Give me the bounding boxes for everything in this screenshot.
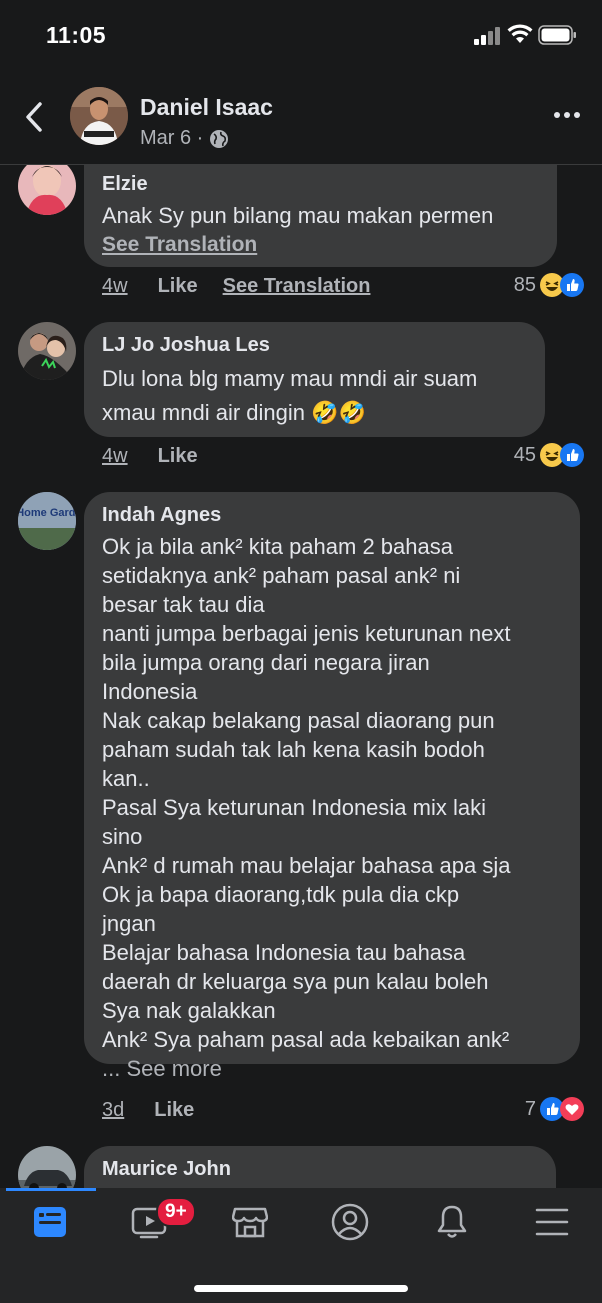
commenter-avatar[interactable]: A Home Garden [18,492,76,550]
news-feed-icon [34,1207,66,1237]
tab-profile[interactable] [320,1200,380,1244]
comment-bubble[interactable]: Maurice John [84,1146,556,1188]
post-meta: Mar 6 · [140,127,229,150]
comment-text: Ok ja bila ank² kita paham 2 bahasa seti… [102,534,511,1052]
reaction-count: 85 [513,273,536,296]
post-date: Mar 6 · [140,127,204,149]
comment-author[interactable]: Maurice John [102,1156,538,1182]
see-translation-link[interactable]: See Translation [102,230,539,260]
comment-actions: 4w Like [102,445,223,468]
like-reaction-icon [560,443,584,467]
like-button[interactable]: Like [158,445,198,468]
comment-author[interactable]: Indah Agnes [102,502,562,528]
comment-author[interactable]: LJ Jo Joshua Les [102,332,527,358]
battery-icon [538,25,576,45]
like-reaction-icon [560,273,584,297]
tab-menu[interactable] [522,1200,582,1244]
comment-time[interactable]: 4w [102,275,128,298]
reaction-summary[interactable]: 85 [514,273,584,297]
notification-badge: 9+ [156,1197,196,1227]
commenter-avatar[interactable] [18,1146,76,1188]
author-avatar[interactable] [70,87,128,145]
author-name[interactable]: Daniel Isaac [140,94,273,121]
avatar-logo-text: A Home Garden [18,507,76,519]
marketplace-icon [232,1207,268,1238]
bell-icon [437,1205,467,1238]
profile-icon [331,1203,369,1241]
comment-bubble[interactable]: LJ Jo Joshua Les Dlu lona blg mamy mau m… [84,322,545,437]
see-more-link[interactable]: ... See more [102,1054,562,1083]
tab-news-feed[interactable] [20,1200,80,1244]
wifi-icon [507,24,533,43]
comment-author[interactable]: Elzie [102,171,539,197]
hamburger-menu-icon [535,1208,569,1236]
comment-time[interactable]: 3d [102,1099,124,1122]
post-header: Daniel Isaac Mar 6 · [0,72,602,164]
comment-bubble[interactable]: Elzie Anak Sy pun bilang mau makan perme… [84,165,557,267]
reaction-count: 45 [513,443,536,466]
translate-button[interactable]: See Translation [223,275,371,298]
comment-text: Dlu lona blg mamy mau mndi air suam xmau… [102,366,478,425]
comment-actions: 3d Like [102,1099,219,1122]
more-options-icon[interactable] [552,110,582,120]
reaction-count: 7 [524,1097,536,1120]
comment-bubble[interactable]: Indah Agnes Ok ja bila ank² kita paham 2… [84,492,580,1081]
reaction-summary[interactable]: 7 [525,1097,584,1121]
comments-list[interactable]: Elzie Anak Sy pun bilang mau makan perme… [0,165,602,1188]
commenter-avatar[interactable] [18,165,76,215]
tab-marketplace[interactable] [220,1200,280,1244]
like-button[interactable]: Like [154,1099,194,1122]
home-indicator[interactable] [194,1285,408,1292]
love-reaction-icon [560,1097,584,1121]
status-bar: 11:05 [0,0,602,72]
comment-time[interactable]: 4w [102,445,128,468]
active-tab-indicator [6,1188,96,1191]
like-button[interactable]: Like [158,275,198,298]
comment-actions: 4w Like See Translation [102,275,370,298]
back-arrow-icon[interactable] [22,100,46,134]
globe-icon [210,129,229,148]
comment-text: Anak Sy pun bilang mau makan permen [102,203,494,228]
reaction-summary[interactable]: 45 [514,443,584,467]
commenter-avatar[interactable] [18,322,76,380]
cellular-signal-icon [474,27,500,45]
status-time: 11:05 [46,22,107,48]
tab-notifications[interactable] [422,1200,482,1244]
